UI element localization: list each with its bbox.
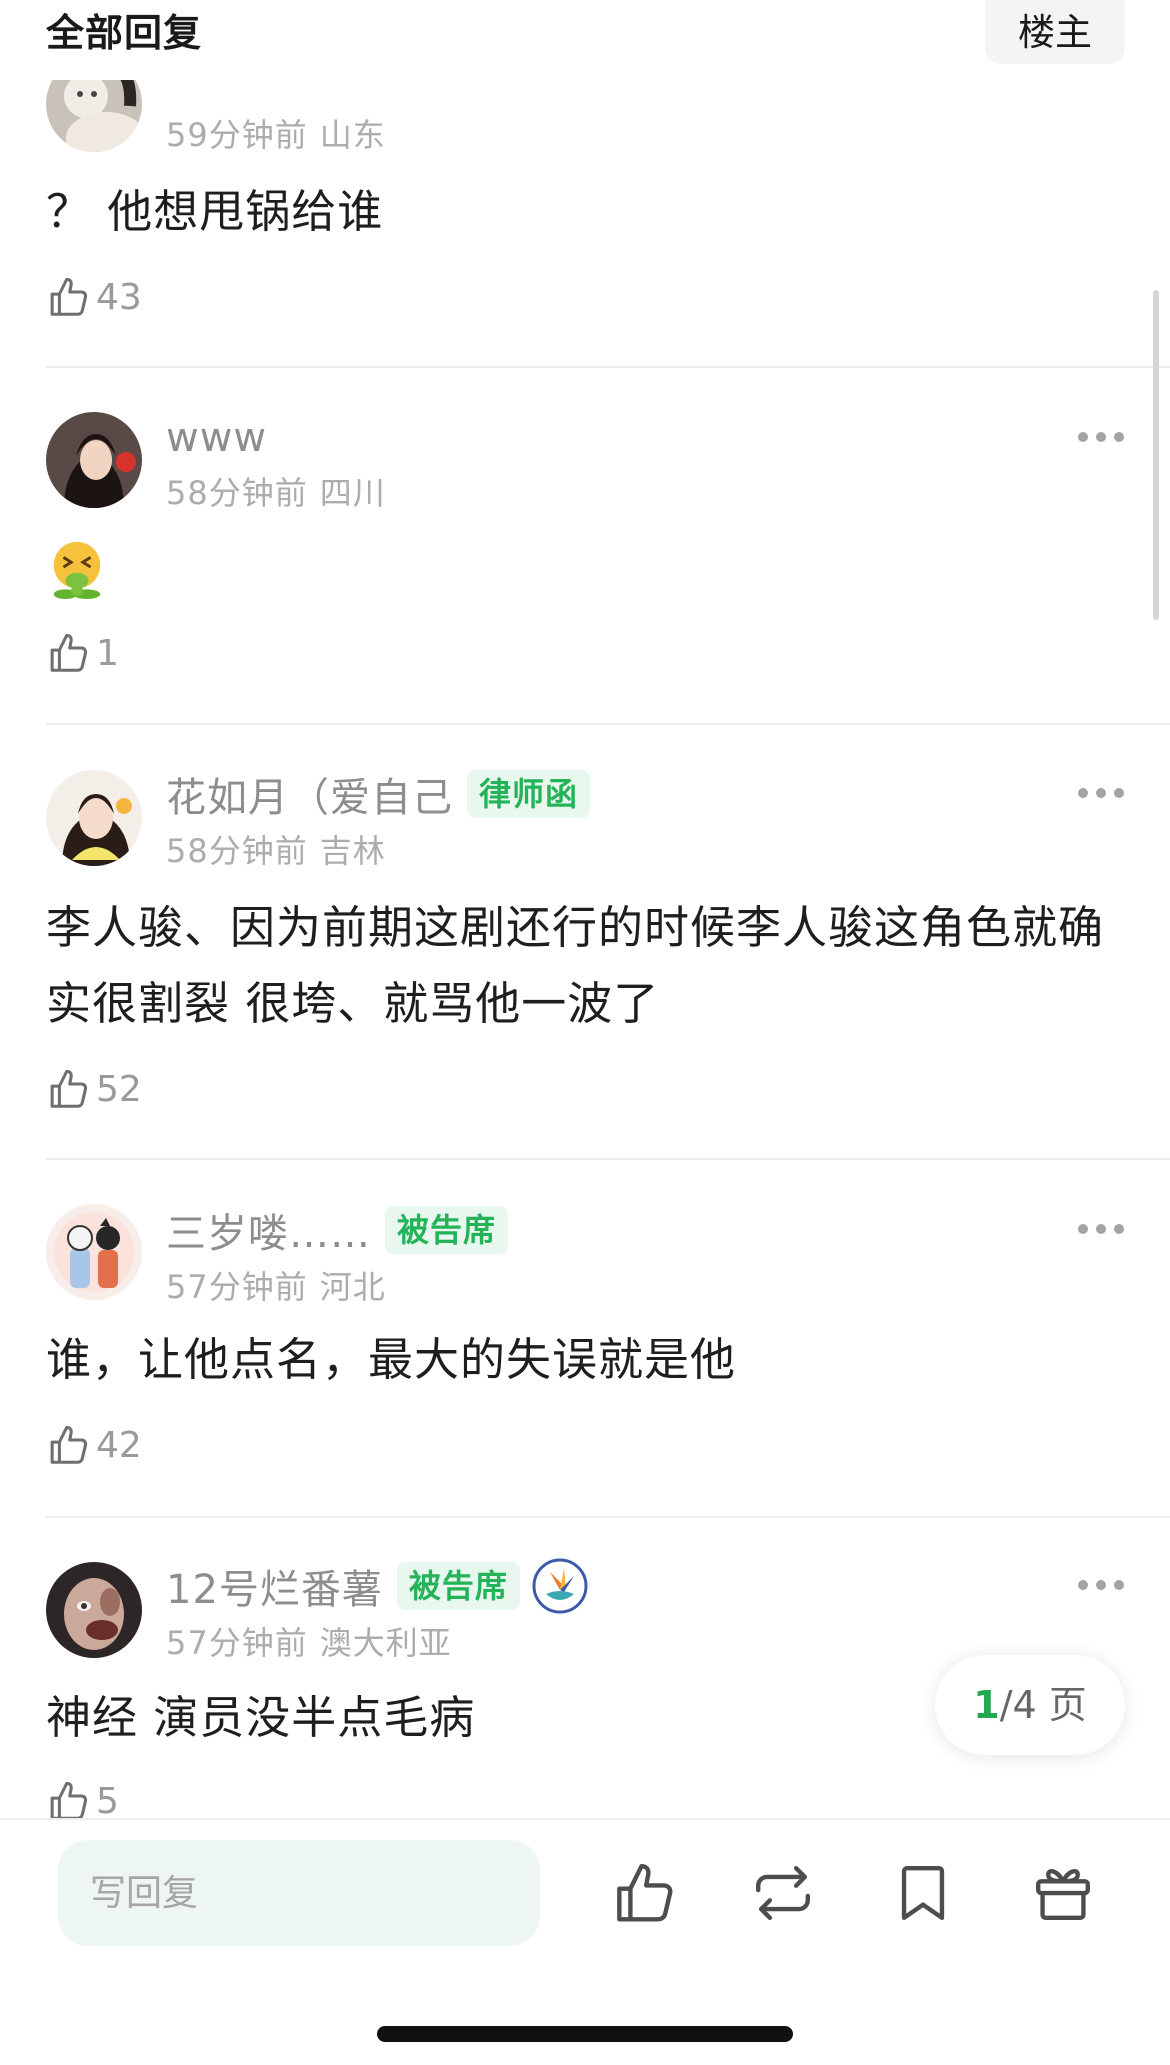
replies-header: 全部回复 楼主 bbox=[0, 0, 1170, 80]
total-pages: /4 页 bbox=[999, 1683, 1087, 1727]
more-options-icon[interactable] bbox=[1078, 1224, 1124, 1238]
like-count: 5 bbox=[96, 1780, 119, 1819]
like-count: 52 bbox=[96, 1068, 142, 1110]
comment-text: 李人骏、因为前期这剧还行的时候李人骏这角色就确实很割裂 很垮、就骂他一波了 bbox=[46, 901, 1105, 1030]
bottom-action-bar bbox=[0, 1818, 1170, 2065]
like-button[interactable]: 1 bbox=[46, 628, 119, 678]
thumbs-up-icon bbox=[46, 1778, 92, 1818]
gift-icon[interactable] bbox=[1028, 1858, 1098, 1928]
name-row: 12号烂番薯 被告席 bbox=[166, 1558, 588, 1614]
user-badge[interactable]: 律师函 bbox=[467, 770, 591, 818]
home-indicator[interactable] bbox=[377, 2026, 793, 2042]
name-row: 三岁喽…… 被告席 bbox=[166, 1201, 509, 1259]
comment-feed[interactable]: 59分钟前 山东 ？ 他想甩锅给谁 43 www 58分钟前 四川 1 花如月（… bbox=[0, 0, 1170, 1818]
avatar[interactable] bbox=[46, 412, 142, 508]
like-count: 1 bbox=[96, 632, 119, 674]
user-name[interactable]: 花如月（爱自己 bbox=[166, 765, 453, 823]
comment-meta: 57分钟前 河北 bbox=[166, 1262, 386, 1308]
owner-only-label: 楼主 bbox=[1018, 11, 1092, 54]
avatar[interactable] bbox=[46, 1562, 142, 1658]
owner-only-button[interactable]: 楼主 bbox=[985, 0, 1125, 64]
like-button[interactable]: 42 bbox=[46, 1420, 142, 1470]
comment-location: 吉林 bbox=[319, 832, 386, 870]
bookmark-icon[interactable] bbox=[888, 1858, 958, 1928]
avatar[interactable] bbox=[46, 770, 142, 866]
user-name[interactable]: www bbox=[166, 415, 267, 461]
nauseated-face-emoji bbox=[46, 538, 108, 600]
user-name[interactable]: 12号烂番薯 bbox=[166, 1557, 383, 1615]
comment-location: 澳大利亚 bbox=[319, 1624, 452, 1662]
divider bbox=[46, 1516, 1170, 1518]
thumbs-up-icon bbox=[46, 630, 92, 676]
thumbs-up-icon bbox=[46, 1066, 92, 1112]
comment-time: 57分钟前 bbox=[166, 1624, 308, 1662]
like-count: 42 bbox=[96, 1424, 142, 1466]
avatar[interactable] bbox=[46, 1204, 142, 1300]
comment-meta: 57分钟前 澳大利亚 bbox=[166, 1618, 452, 1664]
comment-time: 58分钟前 bbox=[166, 832, 308, 870]
reply-input[interactable] bbox=[58, 1840, 540, 1946]
user-badge[interactable]: 被告席 bbox=[385, 1206, 509, 1254]
like-button[interactable]: 43 bbox=[46, 272, 142, 322]
more-options-icon[interactable] bbox=[1078, 788, 1124, 802]
like-button[interactable]: 5 bbox=[46, 1776, 119, 1818]
repost-icon[interactable] bbox=[748, 1858, 818, 1928]
page-title: 全部回复 bbox=[46, 11, 203, 55]
thumbs-up-icon bbox=[46, 1422, 92, 1468]
more-options-icon[interactable] bbox=[1078, 432, 1124, 446]
thumbs-up-icon[interactable] bbox=[610, 1858, 680, 1928]
page-indicator[interactable]: 1/4 页 bbox=[935, 1655, 1125, 1755]
comment-location: 四川 bbox=[319, 474, 386, 512]
comment-meta: 59分钟前 山东 bbox=[166, 110, 386, 156]
divider bbox=[46, 1158, 1170, 1160]
comment-meta: 58分钟前 四川 bbox=[166, 468, 386, 514]
comment-text: 谁，让他点名，最大的失误就是他 bbox=[46, 1333, 737, 1386]
comment-time: 59分钟前 bbox=[166, 116, 308, 154]
more-options-icon[interactable] bbox=[1078, 1580, 1124, 1594]
user-name[interactable]: 三岁喽…… bbox=[166, 1201, 371, 1259]
divider bbox=[46, 366, 1170, 368]
comment-time: 57分钟前 bbox=[166, 1268, 308, 1306]
comment-text: ？ 他想甩锅给谁 bbox=[46, 185, 384, 238]
comment-time: 58分钟前 bbox=[166, 474, 308, 512]
comment-meta: 58分钟前 吉林 bbox=[166, 826, 386, 872]
like-button[interactable]: 52 bbox=[46, 1064, 142, 1114]
comment-location: 河北 bbox=[319, 1268, 386, 1306]
divider bbox=[46, 723, 1170, 725]
user-badge[interactable]: 被告席 bbox=[396, 1562, 520, 1610]
name-row: 花如月（爱自己 律师函 bbox=[166, 765, 591, 823]
comment-location: 山东 bbox=[319, 116, 386, 154]
scrollbar[interactable] bbox=[1153, 290, 1159, 620]
bird-of-paradise-badge-icon[interactable] bbox=[532, 1558, 588, 1614]
name-row: www bbox=[166, 410, 267, 466]
thumbs-up-icon bbox=[46, 274, 92, 320]
current-page: 1 bbox=[973, 1683, 1000, 1727]
like-count: 43 bbox=[96, 276, 142, 318]
